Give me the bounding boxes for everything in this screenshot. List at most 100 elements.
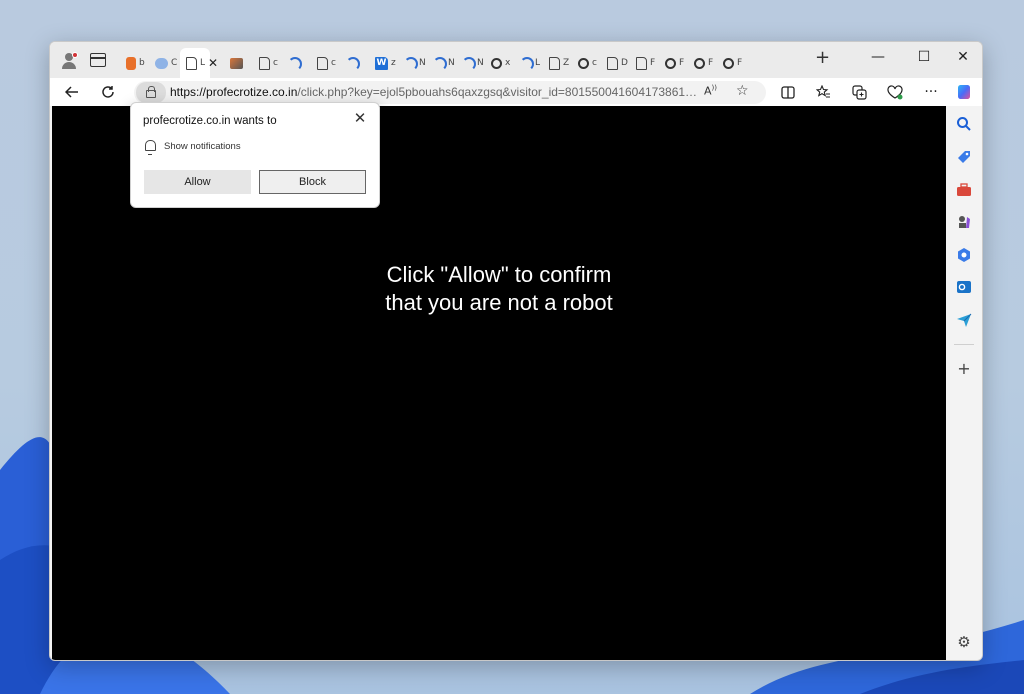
favorite-star-icon[interactable]: ☆ <box>736 83 749 99</box>
browser-tab[interactable]: c <box>311 48 340 78</box>
browser-tab[interactable]: L <box>514 48 543 78</box>
close-window-button[interactable]: ✕ <box>955 50 971 64</box>
allow-button[interactable]: Allow <box>144 170 251 194</box>
page-icon <box>636 56 647 70</box>
site-info-button[interactable] <box>136 82 166 103</box>
picture-icon <box>230 57 243 69</box>
browser-tab[interactable]: N <box>398 48 427 78</box>
permission-label: Show notifications <box>164 141 241 152</box>
orange-icon <box>126 56 136 70</box>
split-screen-icon <box>781 85 795 99</box>
browser-tab[interactable]: Z <box>543 48 572 78</box>
browser-tab[interactable]: x <box>485 48 514 78</box>
collections-button[interactable] <box>847 80 871 104</box>
browser-tab[interactable]: F <box>717 48 746 78</box>
page-icon <box>186 56 197 70</box>
loading-icon <box>404 57 418 71</box>
tab-list: b C Lc c Wz N N Nx L Zc D F F F F ✕ <box>120 48 860 78</box>
loading-icon <box>433 57 447 71</box>
copilot-button[interactable] <box>953 80 977 104</box>
outlook-icon[interactable] <box>956 279 972 295</box>
chess-icon[interactable] <box>956 214 972 230</box>
close-tab-button[interactable]: ✕ <box>206 56 220 70</box>
browser-tab[interactable]: F <box>630 48 659 78</box>
w-icon: W <box>375 56 388 70</box>
refresh-button[interactable] <box>96 80 120 104</box>
url-path: /click.php?key=ejol5pbouahs6qaxzgsq&visi… <box>297 85 700 99</box>
gear-icon <box>578 57 589 69</box>
browser-tab[interactable]: Wz <box>369 48 398 78</box>
settings-gear-icon[interactable]: ⚙ <box>956 634 972 650</box>
read-aloud-icon[interactable]: A)) <box>704 84 717 98</box>
browser-tab[interactable]: F <box>688 48 717 78</box>
gear-icon <box>665 57 676 69</box>
lock-icon <box>146 86 156 98</box>
browser-tab[interactable]: c <box>253 48 282 78</box>
add-sidebar-app-button[interactable]: + <box>956 361 972 377</box>
edge-sidebar: + ⚙ <box>948 106 982 660</box>
popup-title: profecrotize.co.in wants to <box>143 115 277 127</box>
tab-title: b <box>139 58 145 68</box>
tab-title: C <box>171 58 178 68</box>
toolbox-icon[interactable] <box>956 182 972 198</box>
browser-tab[interactable]: N <box>427 48 456 78</box>
browser-tab[interactable]: c <box>572 48 601 78</box>
browser-tab[interactable]: D <box>601 48 630 78</box>
browser-tab[interactable]: F <box>659 48 688 78</box>
gear-icon <box>694 57 705 69</box>
browser-tab[interactable]: b <box>120 48 149 78</box>
split-screen-button[interactable] <box>776 80 800 104</box>
tab-title: N <box>419 58 426 68</box>
tab-title: F <box>737 58 743 68</box>
sidebar-divider <box>954 344 974 345</box>
tab-title: L <box>535 58 541 68</box>
page-icon <box>607 56 618 70</box>
minimize-button[interactable]: — <box>870 50 886 64</box>
favorites-icon <box>815 85 830 98</box>
loading-icon <box>462 57 476 71</box>
url-text[interactable]: https://profecrotize.co.in/click.php?key… <box>170 85 700 99</box>
tag-icon[interactable] <box>956 149 972 165</box>
tab-title: N <box>477 58 484 68</box>
office-icon[interactable] <box>956 247 972 263</box>
maximize-button[interactable]: ☐ <box>916 50 932 64</box>
browser-tab[interactable]: C <box>149 48 178 78</box>
browser-tab[interactable] <box>224 48 253 78</box>
cloud-icon <box>155 57 168 69</box>
loading-icon <box>520 57 534 71</box>
loading-icon <box>346 57 360 71</box>
block-button[interactable]: Block <box>259 170 366 194</box>
copilot-icon <box>958 85 970 99</box>
new-tab-button[interactable]: + <box>815 49 830 67</box>
gear-icon <box>491 57 502 69</box>
more-menu-button[interactable]: ··· <box>919 80 943 104</box>
tab-title: Z <box>563 58 570 68</box>
back-button[interactable] <box>60 80 84 104</box>
collections-icon <box>851 84 867 100</box>
back-arrow-icon <box>65 86 78 98</box>
browser-tab[interactable]: N <box>456 48 485 78</box>
tab-strip: b C Lc c Wz N N Nx L Zc D F F F F ✕ + — ☐ ✕ <box>50 42 982 78</box>
profile-icon[interactable] <box>60 52 78 70</box>
browser-tab[interactable] <box>340 48 369 78</box>
tab-title: F <box>650 58 656 68</box>
tab-title: c <box>331 58 336 68</box>
tab-title: D <box>621 58 628 68</box>
browser-tab[interactable] <box>282 48 311 78</box>
search-icon[interactable] <box>956 116 972 132</box>
tab-title: z <box>391 58 396 68</box>
address-bar[interactable]: https://profecrotize.co.in/click.php?key… <box>134 81 766 104</box>
gear-icon <box>723 57 734 69</box>
send-icon[interactable] <box>956 312 972 328</box>
page-icon <box>549 56 560 70</box>
notification-permission-popup: profecrotize.co.in wants to ✕ Show notif… <box>130 102 380 208</box>
favorites-button[interactable] <box>811 80 835 104</box>
browser-essentials-button[interactable] <box>883 80 907 104</box>
robot-message-line-2: that you are not a robot <box>385 290 613 315</box>
robot-message-line-1: Click "Allow" to confirm <box>386 262 612 287</box>
tab-actions-icon[interactable] <box>90 53 106 67</box>
page-icon <box>317 56 328 70</box>
loading-icon <box>288 57 302 71</box>
tab-title: x <box>505 58 511 68</box>
popup-close-button[interactable]: ✕ <box>352 109 368 127</box>
